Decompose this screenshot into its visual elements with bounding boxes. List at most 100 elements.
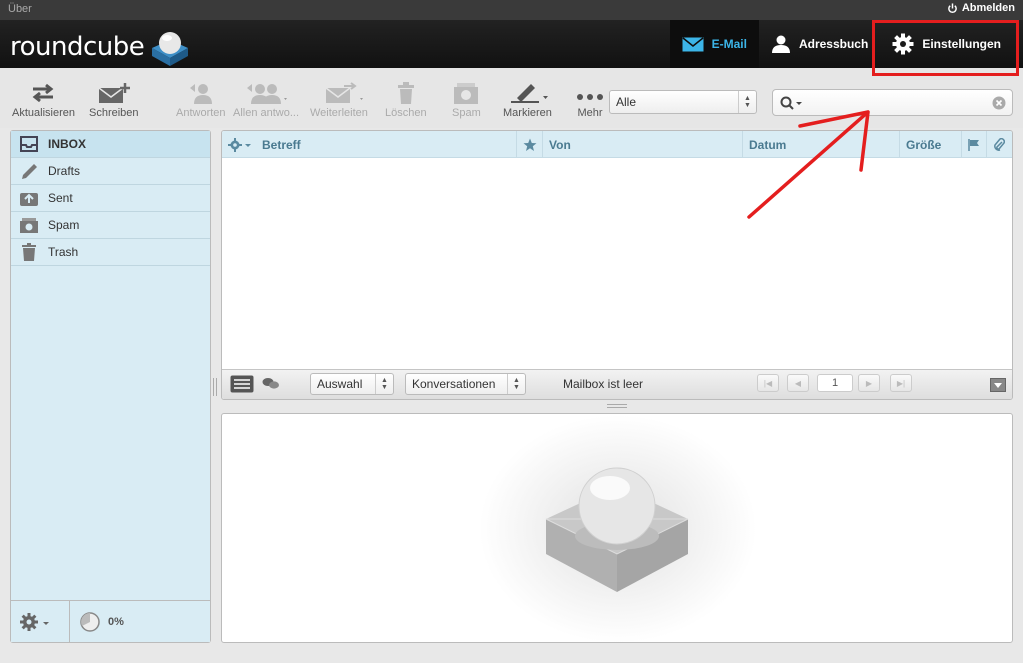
refresh-icon	[33, 83, 54, 103]
column-size[interactable]: Größe	[899, 131, 961, 158]
reply-all-button[interactable]: Allen antwo...	[233, 82, 299, 119]
compose-button[interactable]: Schreiben	[89, 82, 139, 119]
threads-select[interactable]: Konversationen ▲ ▼	[405, 373, 526, 395]
folder-label: Drafts	[48, 164, 81, 178]
list-header: Betreff Von Datum Größe	[222, 131, 1012, 158]
threads-icon[interactable]	[262, 376, 280, 390]
reply-label: Antworten	[176, 107, 226, 119]
tab-mail[interactable]: E-Mail	[669, 20, 759, 68]
forward-label: Weiterleiten	[310, 107, 368, 119]
folder-drafts[interactable]: Drafts	[11, 158, 210, 185]
tab-addressbook[interactable]: Adressbuch	[759, 20, 880, 68]
column-from[interactable]: Von	[542, 131, 742, 158]
folder-label: Sent	[48, 191, 73, 205]
selection-select[interactable]: Auswahl ▲ ▼	[310, 373, 394, 395]
folder-label: Trash	[48, 245, 79, 259]
search-box[interactable]	[772, 89, 1013, 116]
preview-pane	[221, 413, 1013, 643]
column-size-label: Größe	[906, 137, 942, 152]
first-page-button[interactable]: |◀	[757, 374, 779, 392]
annotation-highlight-box	[872, 20, 1019, 76]
about-link[interactable]: Über	[8, 3, 32, 15]
spam-icon	[454, 83, 479, 104]
reply-button[interactable]: Antworten	[176, 82, 226, 119]
column-subject[interactable]: Betreff	[256, 131, 516, 158]
reply-all-label: Allen antwo...	[233, 107, 300, 119]
reply-all-icon	[247, 84, 288, 104]
updown-icon: ▲ ▼	[507, 374, 525, 394]
mark-button[interactable]: Markieren	[503, 82, 552, 119]
column-flag[interactable]	[961, 131, 986, 158]
clear-icon[interactable]	[992, 96, 1006, 110]
top-line: Über Abmelden	[0, 0, 1023, 20]
compose-label: Schreiben	[89, 107, 139, 119]
quota-pie-icon	[80, 612, 100, 632]
refresh-button[interactable]: Aktualisieren	[12, 82, 75, 119]
tab-mail-label: E-Mail	[711, 37, 747, 51]
forward-button[interactable]: Weiterleiten	[310, 82, 368, 119]
quota-value: 0%	[108, 616, 124, 628]
updown-icon: ▲ ▼	[375, 374, 393, 394]
list-options-button[interactable]	[222, 131, 256, 158]
more-button[interactable]: Mehr	[576, 82, 604, 119]
compose-icon	[98, 83, 130, 103]
envelope-icon	[682, 36, 704, 51]
spam-label: Spam	[452, 107, 481, 119]
more-label: Mehr	[577, 107, 603, 119]
updown-icon: ▲ ▼	[738, 91, 756, 113]
folder-trash[interactable]: Trash	[11, 239, 210, 266]
column-date-label: Datum	[749, 137, 787, 152]
folder-spam[interactable]: Spam	[11, 212, 210, 239]
last-page-icon: ▶|	[896, 378, 906, 388]
roundcube-logo-icon	[152, 32, 189, 66]
column-attachment[interactable]	[986, 131, 1012, 158]
quota-indicator: 0%	[69, 601, 124, 643]
pencil-icon	[22, 164, 37, 179]
vertical-splitter[interactable]	[213, 378, 217, 396]
sent-icon	[20, 193, 38, 206]
refresh-label: Aktualisieren	[12, 107, 75, 119]
folder-inbox[interactable]: INBOX	[11, 131, 210, 158]
folder-list: INBOX Drafts Sent Spam Trash 0%	[10, 130, 211, 643]
first-page-icon: |◀	[763, 378, 773, 388]
next-page-button[interactable]: ▶	[858, 374, 880, 392]
page-number-input[interactable]: 1	[817, 374, 853, 392]
filter-select[interactable]: Alle ▲ ▼	[609, 90, 757, 114]
spam-button[interactable]: Spam	[452, 82, 481, 119]
delete-button[interactable]: Löschen	[385, 82, 427, 119]
gear-icon	[228, 137, 251, 152]
message-list: Betreff Von Datum Größe Auswahl ▲ ▼ Konve…	[221, 130, 1013, 400]
next-page-icon: ▶	[865, 378, 873, 388]
prev-page-button[interactable]: ◀	[787, 374, 809, 392]
delete-label: Löschen	[385, 107, 427, 119]
marker-icon	[511, 84, 549, 103]
selection-select-value: Auswahl	[317, 377, 363, 391]
person-icon	[771, 35, 790, 53]
filter-select-value: Alle	[616, 95, 637, 109]
collapse-preview-icon[interactable]	[990, 378, 1006, 392]
logo[interactable]: roundcube	[10, 28, 192, 66]
column-from-label: Von	[549, 137, 571, 152]
mark-label: Markieren	[503, 107, 552, 119]
horizontal-splitter[interactable]	[607, 404, 627, 408]
search-input[interactable]	[803, 94, 983, 112]
last-page-button[interactable]: ▶|	[890, 374, 912, 392]
page-number: 1	[831, 377, 839, 389]
logo-text: roundcube	[10, 32, 145, 62]
reply-icon	[189, 84, 212, 104]
star-icon	[523, 138, 537, 151]
column-flag-star[interactable]	[516, 131, 542, 158]
folder-footer: 0%	[11, 600, 210, 643]
logout-label: Abmelden	[961, 2, 1015, 14]
gear-menu-icon[interactable]	[19, 612, 51, 632]
spam-icon	[20, 218, 38, 233]
search-icon	[780, 96, 802, 110]
list-view-icon[interactable]	[230, 375, 254, 393]
logout-button[interactable]: Abmelden	[947, 2, 1015, 14]
folder-sent[interactable]: Sent	[11, 185, 210, 212]
list-status: Mailbox ist leer	[563, 377, 644, 391]
column-date[interactable]: Datum	[742, 131, 899, 158]
prev-page-icon: ◀	[794, 378, 802, 388]
list-footer: Auswahl ▲ ▼ Konversationen ▲ ▼ Mailbox ist…	[222, 369, 1012, 399]
inbox-icon	[20, 136, 38, 152]
